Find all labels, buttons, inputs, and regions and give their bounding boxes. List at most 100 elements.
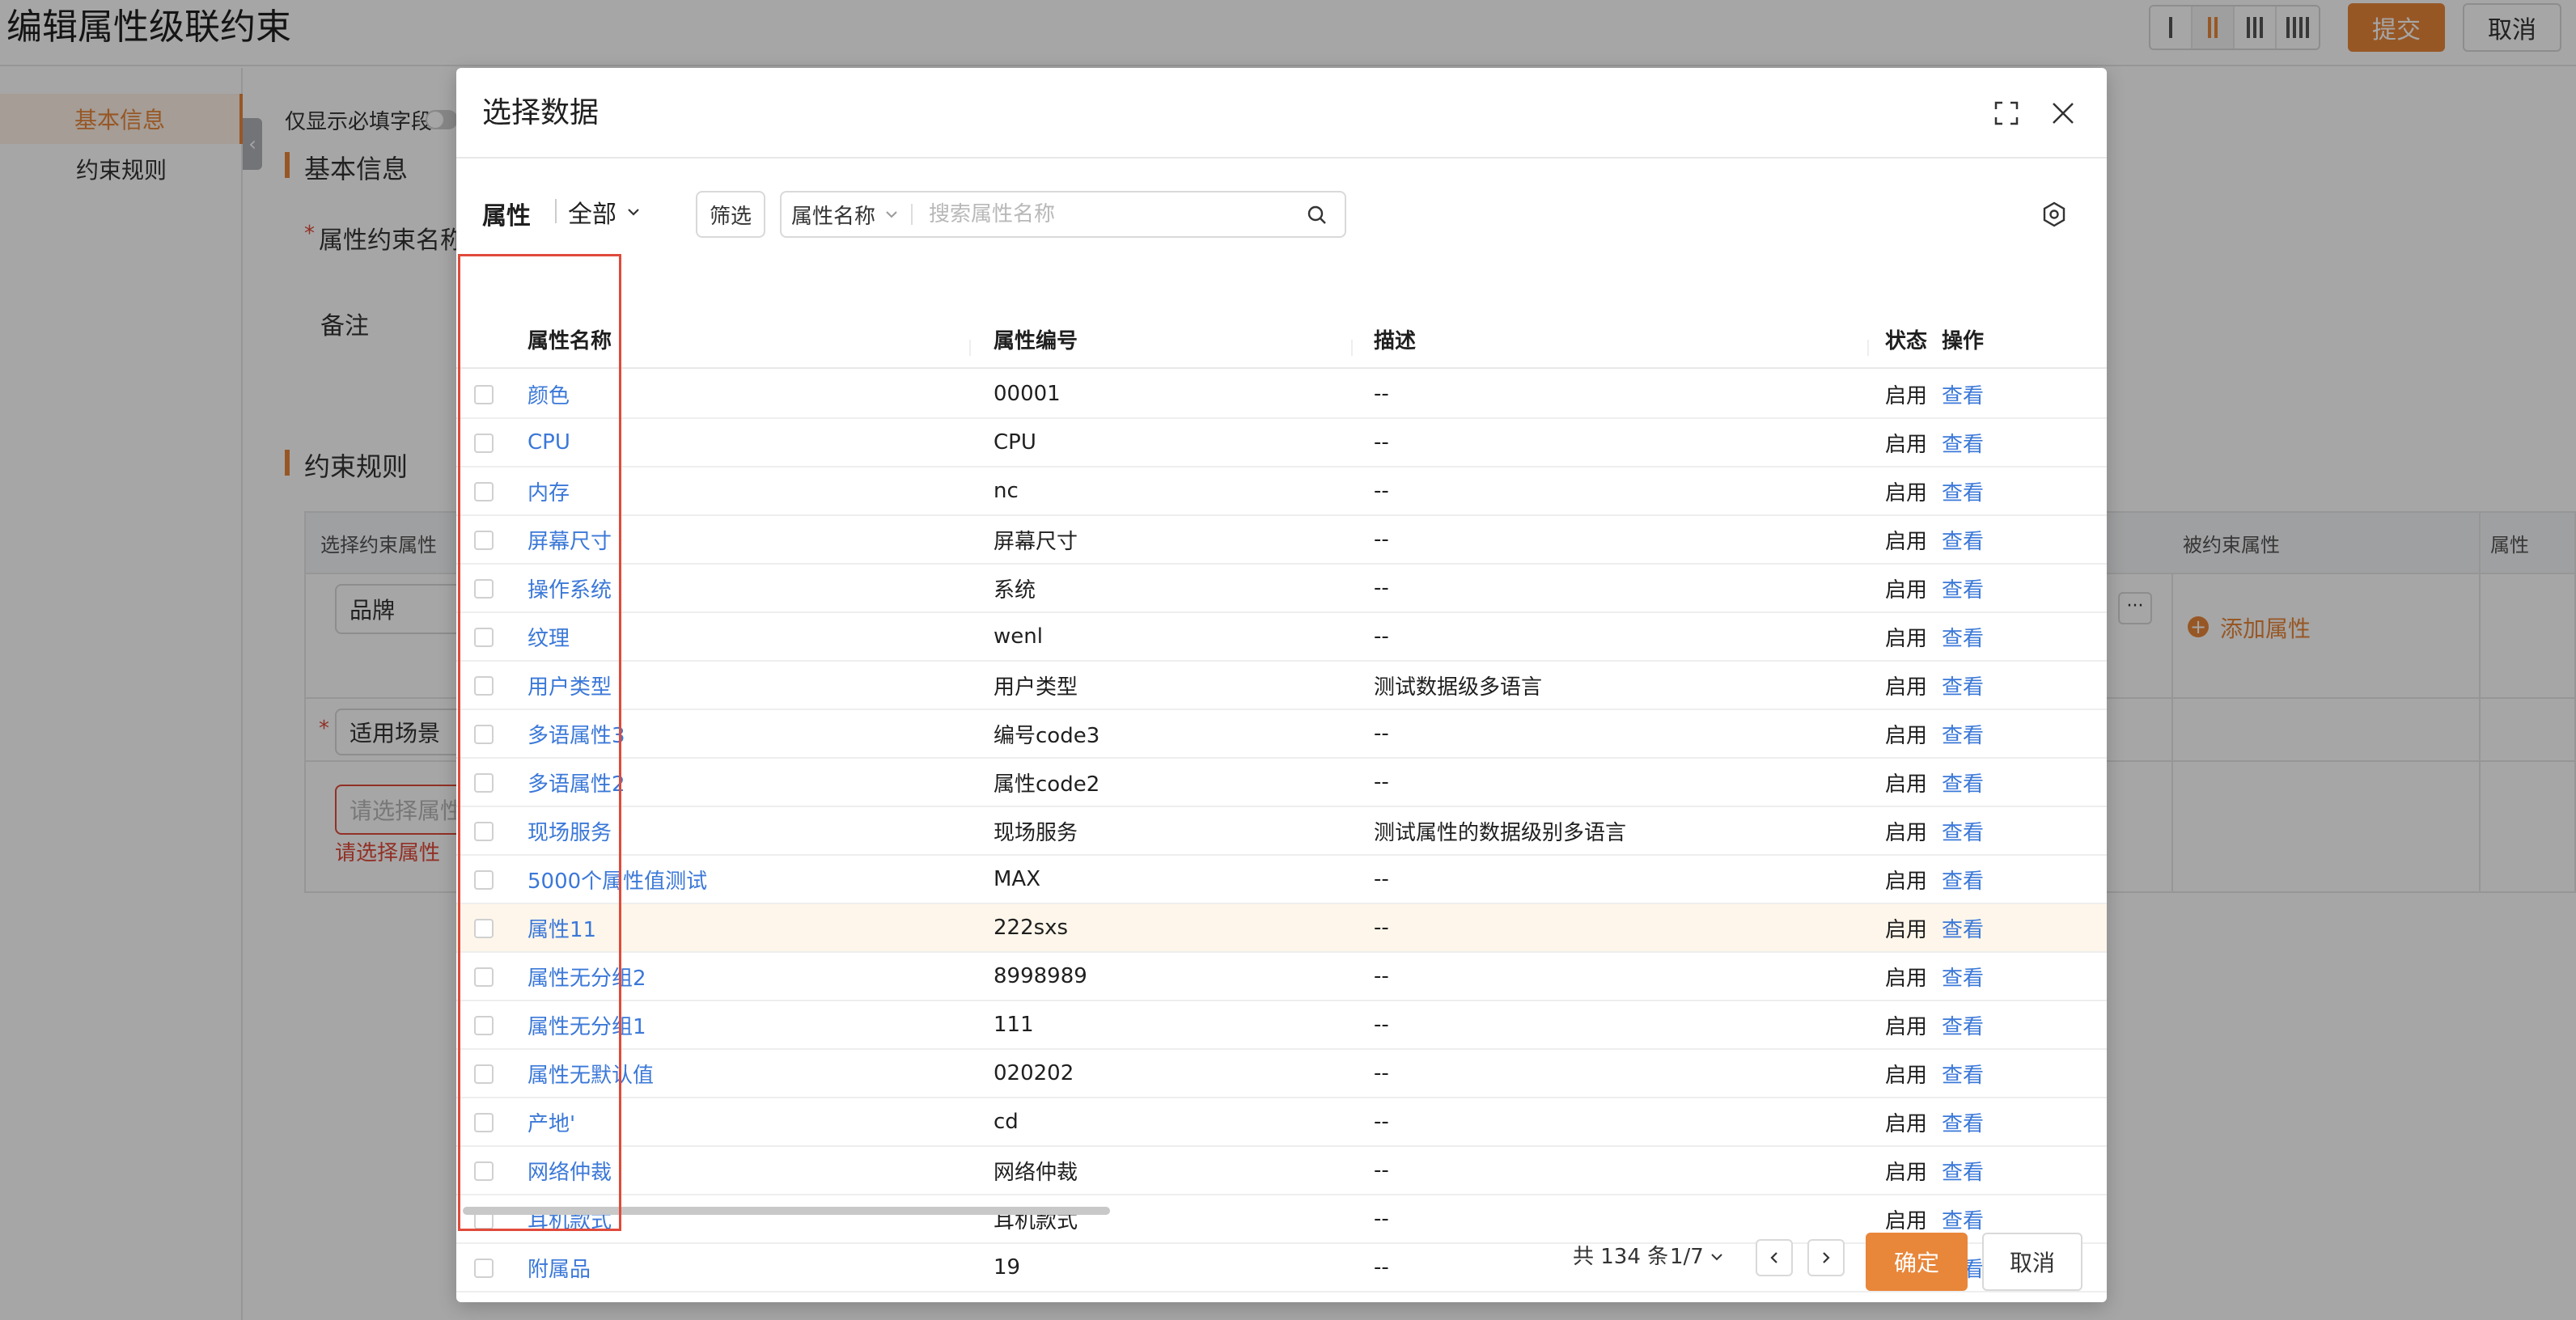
row-checkbox[interactable] [474,870,494,890]
row-checkbox[interactable] [474,967,494,987]
view-link[interactable]: 查看 [1942,1098,1984,1145]
row-checkbox[interactable] [474,676,494,696]
table-row[interactable]: CPU CPU -- 启用 查看 [456,419,2107,468]
view-link[interactable]: 查看 [1942,516,1984,563]
view-link[interactable]: 查看 [1942,759,1984,806]
search-icon[interactable] [1306,204,1328,226]
fullscreen-icon[interactable] [1989,95,2024,131]
view-link[interactable]: 查看 [1942,370,1984,417]
cancel-button[interactable]: 取消 [1982,1233,2082,1291]
attr-name-link[interactable]: 多语属性2 [527,759,625,806]
attr-name-link[interactable]: 5000个属性值测试 [527,856,707,903]
table-row[interactable]: 附属品19--启用查看 [456,1244,2107,1292]
attr-name-link[interactable]: 多语属性3 [527,710,625,757]
table-row[interactable]: 操作系统 系统 -- 启用 查看 [456,565,2107,613]
status-cell: 启用 [1885,820,1928,845]
confirm-button[interactable]: 确定 [1866,1233,1968,1291]
row-checkbox[interactable] [474,385,494,404]
close-icon[interactable] [2045,95,2081,131]
column-separator [969,340,971,356]
scope-dropdown[interactable]: 全部 [568,194,642,230]
table-row[interactable]: 多语属性2 属性code2 -- 启用 查看 [456,759,2107,807]
row-checkbox[interactable] [474,725,494,744]
view-link[interactable]: 查看 [1942,613,1984,660]
table-row[interactable]: 纹理 wenl -- 启用 查看 [456,613,2107,662]
view-link[interactable]: 查看 [1942,565,1984,611]
view-link[interactable]: 查看 [1942,710,1984,757]
row-checkbox[interactable] [474,1259,494,1278]
attribute-label: 属性 [482,202,531,231]
row-checkbox[interactable] [474,579,494,599]
table-row[interactable]: 5000个属性值测试 MAX -- 启用 查看 [456,856,2107,904]
view-link[interactable]: 查看 [1942,1001,1984,1048]
status-cell: 启用 [1885,383,1928,408]
search-field-select[interactable]: 属性名称 [791,192,913,236]
filter-button[interactable]: 筛选 [696,191,765,238]
attr-name-link[interactable]: 内存 [527,468,570,514]
row-checkbox[interactable] [474,434,494,453]
attr-name-link[interactable]: 屏幕尺寸 [527,516,612,563]
col-attr-code[interactable]: 属性编号 [994,325,1078,358]
table-row[interactable]: 产地' cd -- 启用 查看 [456,1098,2107,1147]
row-checkbox[interactable] [474,531,494,550]
page-select[interactable]: 1/7 [1670,1241,1725,1273]
row-checkbox[interactable] [474,1161,494,1181]
table-row[interactable]: 属性11 222sxs -- 启用 查看 [456,904,2107,953]
row-checkbox[interactable] [474,628,494,647]
attr-code-cell: 020202 [994,1061,1074,1085]
table-row[interactable]: 屏幕尺寸 屏幕尺寸 -- 启用 查看 [456,516,2107,565]
status-cell: 启用 [1885,529,1928,554]
scope-value: 全部 [568,201,616,229]
attr-name-link[interactable]: 属性无分组2 [527,953,646,1000]
table-row[interactable]: 属性无分组1 111 -- 启用 查看 [456,1001,2107,1050]
attr-name-link[interactable]: 属性11 [527,904,596,951]
view-link[interactable]: 查看 [1942,807,1984,854]
table-row[interactable]: 属性无默认值 020202 -- 启用 查看 [456,1050,2107,1098]
row-checkbox[interactable] [474,1113,494,1132]
view-link[interactable]: 查看 [1942,468,1984,514]
table-row[interactable]: 颜色 00001 -- 启用 查看 [456,370,2107,419]
table-row[interactable]: 网络仲裁 网络仲裁 -- 启用 查看 [456,1147,2107,1195]
attr-name-link[interactable]: CPU [527,419,570,466]
row-checkbox[interactable] [474,773,494,793]
view-link[interactable]: 查看 [1942,856,1984,903]
view-link[interactable]: 查看 [1942,1050,1984,1097]
col-status[interactable]: 状态 [1885,325,1927,358]
row-checkbox[interactable] [474,482,494,501]
row-checkbox[interactable] [474,1016,494,1035]
attr-name-link[interactable]: 附属品 [527,1244,591,1291]
attr-name-link[interactable]: 颜色 [527,370,570,417]
attr-name-link[interactable]: 产地' [527,1098,575,1145]
prev-page-button[interactable] [1756,1239,1793,1276]
view-link[interactable]: 查看 [1942,662,1984,709]
view-link[interactable]: 查看 [1942,953,1984,1000]
attr-name-link[interactable]: 属性无分组1 [527,1001,646,1048]
table-row[interactable]: 用户类型 用户类型 测试数据级多语言 启用 查看 [456,662,2107,710]
next-page-button[interactable] [1807,1239,1845,1276]
column-settings-icon[interactable] [2034,194,2074,235]
attr-name-link[interactable]: 纹理 [527,613,570,660]
status-cell: 启用 [1885,1014,1928,1039]
attr-name-link[interactable]: 属性无默认值 [527,1050,654,1097]
attr-name-link[interactable]: 用户类型 [527,662,612,709]
table-row[interactable]: 内存 nc -- 启用 查看 [456,468,2107,516]
horizontal-scrollbar[interactable] [463,1207,1110,1215]
col-attr-name[interactable]: 属性名称 [527,325,612,358]
attr-name-link[interactable]: 操作系统 [527,565,612,611]
attr-name-link[interactable]: 网络仲裁 [527,1147,612,1194]
table-row[interactable]: 属性无分组2 8998989 -- 启用 查看 [456,953,2107,1001]
view-link[interactable]: 查看 [1942,1147,1984,1194]
row-checkbox[interactable] [474,822,494,841]
row-checkbox[interactable] [474,1064,494,1084]
table-row[interactable]: 耳机款式 耳机款式 -- 启用 查看 [456,1195,2107,1244]
table-row[interactable]: 多语属性3 编号code3 -- 启用 查看 [456,710,2107,759]
description-cell: -- [1374,527,1389,552]
table-row[interactable]: 现场服务 现场服务 测试属性的数据级别多语言 启用 查看 [456,807,2107,856]
attr-name-link[interactable]: 耳机款式 [527,1195,612,1242]
col-description[interactable]: 描述 [1374,325,1416,358]
view-link[interactable]: 查看 [1942,419,1984,466]
view-link[interactable]: 查看 [1942,904,1984,951]
row-checkbox[interactable] [474,919,494,938]
attr-name-link[interactable]: 现场服务 [527,807,612,854]
search-input[interactable] [929,199,1301,230]
